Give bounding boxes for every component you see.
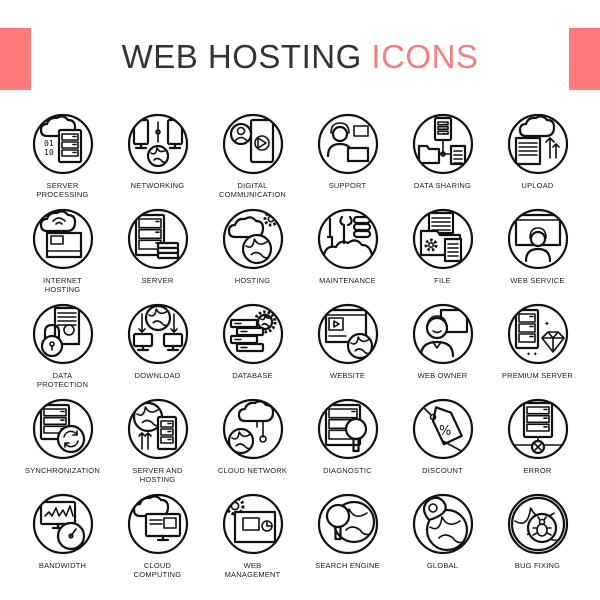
icon-tile-maintenance: MAINTENANCE	[300, 207, 395, 302]
icon-label: FILE	[434, 276, 451, 285]
icon-tile-premium-server: ✦ ✦ ✦ PREMIUM SERVER	[490, 302, 585, 397]
icon-tile-file: FILE	[395, 207, 490, 302]
server-and-hosting-icon	[126, 397, 190, 461]
svg-text:✦: ✦	[544, 320, 550, 328]
title-accent: ICONS	[371, 38, 479, 75]
support-icon	[316, 112, 380, 176]
icon-grid: 01 10 SERVER PROCESSING NETWORKING DIGITAL C…	[15, 112, 585, 587]
icon-label: DOWNLOAD	[134, 371, 181, 380]
icon-label: WEB OWNER	[417, 371, 468, 380]
icon-tile-web-management: WEB MANAGEMENT	[205, 492, 300, 587]
server-icon	[126, 207, 190, 271]
icon-label: UPLOAD	[521, 181, 554, 190]
icon-label: WEB MANAGEMENT	[224, 561, 281, 579]
icon-tile-web-owner: WEB OWNER	[395, 302, 490, 397]
icon-label: SUPPORT	[328, 181, 367, 190]
icon-tile-data-protection: DATA PROTECTION	[15, 302, 110, 397]
icon-tile-server: SERVER	[110, 207, 205, 302]
maintenance-icon	[316, 207, 380, 271]
icon-label: CLOUD COMPUTING	[133, 561, 182, 579]
diagnostic-icon	[316, 397, 380, 461]
synchronization-icon	[31, 397, 95, 461]
discount-icon: %	[411, 397, 475, 461]
icon-tile-cloud-computing: CLOUD COMPUTING	[110, 492, 205, 587]
icon-tile-support: SUPPORT	[300, 112, 395, 207]
icon-label: CLOUD NETWORK	[217, 466, 288, 475]
download-icon	[126, 302, 190, 366]
icon-tile-digital-communication: DIGITAL COMMUNICATION	[205, 112, 300, 207]
icon-tile-search-engine: SEARCH ENGINE	[300, 492, 395, 587]
icon-label: SYNCHRONIZATION	[25, 466, 100, 475]
upload-icon	[506, 112, 570, 176]
icon-label: SERVER	[141, 276, 174, 285]
web-owner-icon	[411, 302, 475, 366]
icon-label: NETWORKING	[130, 181, 185, 190]
web-service-icon	[506, 207, 570, 271]
icon-tile-data-sharing: DATA SHARING	[395, 112, 490, 207]
icon-label: DATABASE	[232, 371, 273, 380]
icon-label: ERROR	[523, 466, 552, 475]
cloud-computing-icon	[126, 492, 190, 556]
bug-fixing-icon	[506, 492, 570, 556]
icon-tile-server-and-hosting: SERVER AND HOSTING	[110, 397, 205, 492]
website-icon	[316, 302, 380, 366]
svg-text:01: 01	[44, 139, 54, 148]
hosting-icon	[221, 207, 285, 271]
icon-tile-internet-hosting: INTERNET HOSTING	[15, 207, 110, 302]
icon-label: INTERNET HOSTING	[42, 276, 83, 294]
icon-tile-bandwidth: BANDWIDTH	[15, 492, 110, 587]
database-icon	[221, 302, 285, 366]
icon-tile-synchronization: SYNCHRONIZATION	[15, 397, 110, 492]
icon-tile-diagnostic: DIAGNOSTIC	[300, 397, 395, 492]
icon-label: DATA PROTECTION	[36, 371, 89, 389]
premium-server-icon: ✦ ✦ ✦	[506, 302, 570, 366]
page-title: WEB HOSTING ICONS	[0, 38, 600, 76]
server-processing-icon: 01 10	[31, 112, 95, 176]
web-management-icon	[221, 492, 285, 556]
data-protection-icon	[31, 302, 95, 366]
internet-hosting-icon	[31, 207, 95, 271]
icon-label: BUG FIXING	[514, 561, 561, 570]
icon-tile-global: GLOBAL	[395, 492, 490, 587]
icon-tile-database: DATABASE	[205, 302, 300, 397]
icon-label: BANDWIDTH	[38, 561, 87, 570]
icon-label: MAINTENANCE	[319, 276, 376, 285]
icon-tile-website: WEBSITE	[300, 302, 395, 397]
global-icon	[411, 492, 475, 556]
icon-tile-web-service: WEB SERVICE	[490, 207, 585, 302]
icon-label: WEBSITE	[329, 371, 366, 380]
icon-label: SEARCH ENGINE	[315, 561, 380, 570]
error-icon	[506, 397, 570, 461]
icon-tile-cloud-network: CLOUD NETWORK	[205, 397, 300, 492]
svg-text:%: %	[439, 424, 451, 439]
search-engine-icon	[316, 492, 380, 556]
icon-label: PREMIUM SERVER	[501, 371, 573, 380]
file-icon	[411, 207, 475, 271]
data-sharing-icon	[411, 112, 475, 176]
networking-icon	[126, 112, 190, 176]
icon-label: SERVER PROCESSING	[36, 181, 89, 199]
icon-tile-server-processing: 01 10 SERVER PROCESSING	[15, 112, 110, 207]
icon-tile-networking: NETWORKING	[110, 112, 205, 207]
icon-tile-download: DOWNLOAD	[110, 302, 205, 397]
icon-tile-discount: % DISCOUNT	[395, 397, 490, 492]
svg-text:✦ ✦: ✦ ✦	[526, 351, 538, 358]
cloud-network-icon	[221, 397, 285, 461]
digital-communication-icon	[221, 112, 285, 176]
icon-tile-error: ERROR	[490, 397, 585, 492]
svg-text:10: 10	[44, 148, 54, 157]
icon-label: DIGITAL COMMUNICATION	[218, 181, 287, 199]
icon-label: WEB SERVICE	[510, 276, 565, 285]
icon-tile-upload: UPLOAD	[490, 112, 585, 207]
bandwidth-icon	[31, 492, 95, 556]
icon-label: DISCOUNT	[422, 466, 463, 475]
icon-label: HOSTING	[234, 276, 271, 285]
title-main: WEB HOSTING	[121, 38, 362, 75]
icon-tile-bug-fixing: BUG FIXING	[490, 492, 585, 587]
icon-tile-hosting: HOSTING	[205, 207, 300, 302]
icon-label: DATA SHARING	[413, 181, 472, 190]
icon-label: GLOBAL	[426, 561, 459, 570]
icon-label: SERVER AND HOSTING	[132, 466, 183, 484]
icon-label: DIAGNOSTIC	[323, 466, 372, 475]
